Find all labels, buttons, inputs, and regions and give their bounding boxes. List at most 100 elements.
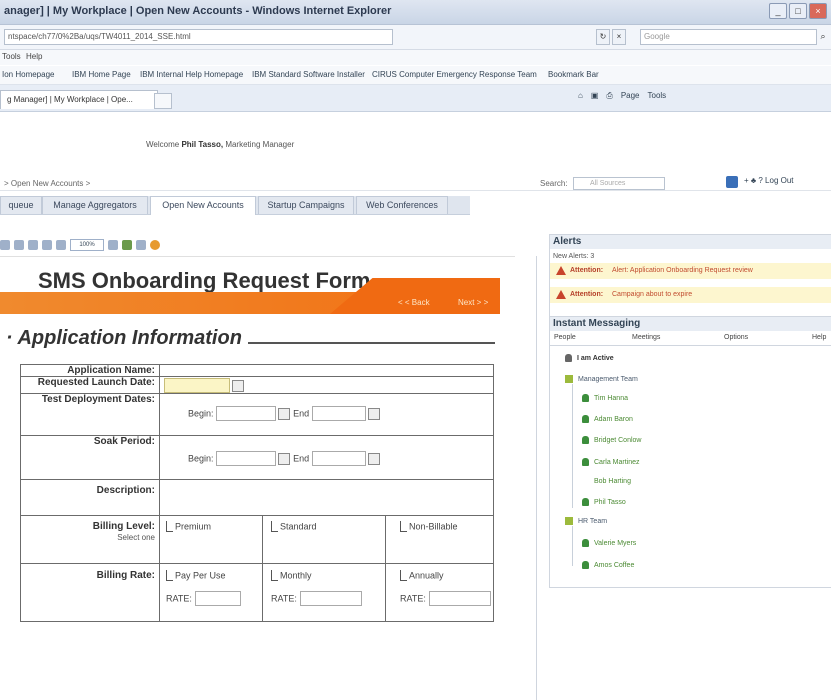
im-tab-people[interactable]: People (554, 334, 576, 341)
fav-link[interactable]: Bookmark Bar (548, 70, 599, 79)
rate-input[interactable] (299, 591, 362, 607)
portal-search-input[interactable]: All Sources (573, 177, 665, 190)
im-tab-help[interactable]: Help (812, 334, 826, 341)
copy-icon[interactable] (28, 240, 38, 250)
bookmark-icon[interactable] (122, 240, 132, 250)
tab-web-conferences[interactable]: Web Conferences (356, 196, 448, 214)
content-divider (536, 256, 537, 700)
form-title: SMS Onboarding Request Form (38, 268, 371, 293)
next-link[interactable]: Next > > (458, 298, 488, 307)
minimize-icon[interactable]: _ (769, 3, 787, 19)
im-contact[interactable]: Bridget Conlow (582, 436, 641, 444)
calendar-icon[interactable] (367, 452, 380, 465)
fav-link[interactable]: IBM Internal Help Homepage (140, 70, 243, 79)
print-icon[interactable]: ⎙ (606, 91, 612, 101)
calendar-icon[interactable] (367, 407, 380, 420)
checkbox-icon[interactable] (271, 521, 278, 532)
im-group[interactable]: Management Team (565, 375, 638, 383)
description-field[interactable] (159, 479, 494, 516)
im-tab-options[interactable]: Options (724, 334, 748, 341)
rate-monthly: Monthly RATE: (262, 563, 386, 622)
breadcrumb[interactable]: > Open New Accounts > (4, 179, 90, 188)
begin-label: Begin: (188, 453, 214, 464)
fav-link[interactable]: IBM Home Page (72, 70, 131, 79)
image-icon[interactable] (42, 240, 52, 250)
billing-non-billable[interactable]: Non-Billable (385, 515, 494, 564)
checkbox-icon[interactable] (166, 570, 173, 581)
im-contact[interactable]: Tim Hanna (582, 394, 628, 402)
im-tabs: People Meetings Options Help (550, 332, 831, 346)
im-contact[interactable]: Carla Martinez (582, 458, 640, 466)
tab-queue[interactable]: queue (0, 196, 42, 214)
alert-item[interactable]: Attention: Alert: Application Onboarding… (550, 263, 831, 279)
checkbox-icon[interactable] (166, 521, 173, 532)
calendar-icon[interactable] (278, 407, 291, 420)
checkbox-icon[interactable] (271, 570, 278, 581)
search-go-icon[interactable] (726, 176, 738, 188)
settings-icon[interactable] (136, 240, 146, 250)
test-end-input[interactable] (311, 406, 366, 421)
alerts-panel: Alerts New Alerts: 3 Attention: Alert: A… (549, 234, 831, 318)
calendar-icon[interactable] (278, 452, 291, 465)
im-contact[interactable]: Amos Coffee (582, 561, 634, 569)
zoom-in-icon[interactable] (108, 240, 118, 250)
soak-end-input[interactable] (311, 451, 366, 466)
browser-search-input[interactable]: Google (640, 29, 817, 45)
launch-date-input[interactable] (164, 378, 230, 393)
soak-begin-input[interactable] (216, 451, 277, 466)
rate-input[interactable] (428, 591, 491, 607)
save-icon[interactable] (14, 240, 24, 250)
address-input[interactable]: ntspace/ch77/0%2Ba/uqs/TW4011_2014_SSE.h… (4, 29, 393, 45)
fav-link[interactable]: Ion Homepage (2, 70, 54, 79)
im-status[interactable]: I am Active (565, 354, 614, 362)
page-menu[interactable]: Page (621, 91, 640, 101)
im-tab-meetings[interactable]: Meetings (632, 334, 660, 341)
fav-link[interactable]: CIRUS Computer Emergency Response Team (372, 70, 537, 79)
checkbox-icon[interactable] (400, 570, 407, 581)
alerts-header: Alerts (550, 235, 831, 249)
home-icon[interactable]: ⌂ (578, 91, 583, 101)
browser-tab[interactable]: g Manager] | My Workplace | Ope... (0, 90, 158, 109)
form-top-rule (0, 256, 515, 257)
billing-level-hint: Select one (117, 533, 155, 542)
im-contact[interactable]: Adam Baron (582, 415, 633, 423)
help-icon[interactable] (150, 240, 160, 250)
tab-manage-aggregators[interactable]: Manage Aggregators (42, 196, 148, 214)
app-name-field[interactable] (159, 364, 494, 377)
billing-premium[interactable]: Premium (159, 515, 263, 564)
fav-link[interactable]: IBM Standard Software Installer (252, 70, 365, 79)
test-begin-input[interactable] (216, 406, 277, 421)
im-contact[interactable]: Valerie Myers (582, 539, 636, 547)
close-icon[interactable]: × (809, 3, 827, 19)
back-link[interactable]: < < Back (398, 298, 430, 307)
menu-help[interactable]: Help (26, 52, 42, 61)
tab-open-new-accounts[interactable]: Open New Accounts (150, 196, 256, 215)
warning-icon (556, 290, 566, 299)
stop-icon[interactable]: × (612, 29, 626, 45)
zoom-out-icon[interactable] (56, 240, 66, 250)
print-icon[interactable] (0, 240, 10, 250)
portal-right-links[interactable]: + ♣ ? Log Out (744, 176, 794, 185)
im-group[interactable]: HR Team (565, 517, 607, 525)
checkbox-icon[interactable] (400, 521, 407, 532)
tools-menu[interactable]: Tools (648, 91, 667, 101)
search-icon[interactable]: ⌕ (817, 29, 829, 43)
billing-level-label: Billing Level: Select one (20, 515, 160, 564)
im-contact[interactable]: Bob Harting (594, 478, 631, 485)
feeds-icon[interactable]: ▣ (591, 91, 599, 101)
tab-startup-campaigns[interactable]: Startup Campaigns (258, 196, 354, 214)
new-tab-button[interactable] (154, 93, 172, 109)
billing-standard[interactable]: Standard (262, 515, 386, 564)
launch-date-label: Requested Launch Date: (20, 376, 160, 394)
im-contact[interactable]: Phil Tasso (582, 498, 626, 506)
menu-tools[interactable]: Tools (2, 52, 21, 61)
maximize-icon[interactable]: □ (789, 3, 807, 19)
address-bar: ntspace/ch77/0%2Ba/uqs/TW4011_2014_SSE.h… (0, 25, 831, 50)
refresh-icon[interactable]: ↻ (596, 29, 610, 45)
alert-item[interactable]: Attention: Campaign about to expire (550, 287, 831, 303)
document-toolbar: 100% (0, 237, 260, 253)
calendar-icon[interactable] (232, 379, 244, 392)
rate-input[interactable] (194, 591, 241, 607)
favorites-bar: Ion Homepage IBM Home Page IBM Internal … (0, 66, 831, 85)
zoom-select[interactable]: 100% (70, 239, 104, 251)
